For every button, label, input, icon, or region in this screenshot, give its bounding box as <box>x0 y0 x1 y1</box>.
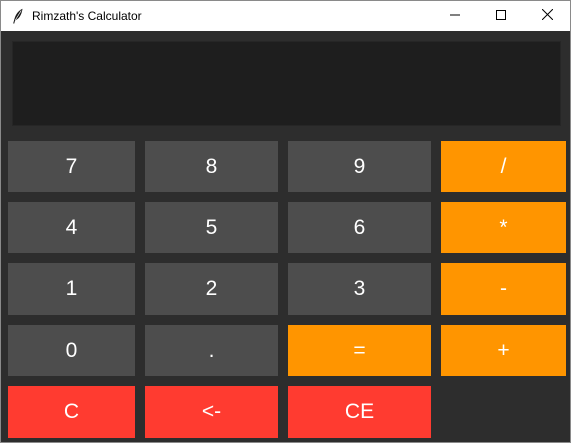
seven-button[interactable]: 7 <box>8 141 135 192</box>
zero-button[interactable]: 0 <box>8 325 135 376</box>
one-button[interactable]: 1 <box>8 263 135 315</box>
clear-button[interactable]: C <box>8 386 135 438</box>
calculator-window: Rimzath's Calculator 7 8 9 / 4 5 6 * 1 2… <box>0 0 571 443</box>
five-button[interactable]: 5 <box>145 202 278 253</box>
equals-button[interactable]: = <box>288 325 431 376</box>
nine-button[interactable]: 9 <box>288 141 431 192</box>
backspace-button[interactable]: <- <box>145 386 278 438</box>
two-button[interactable]: 2 <box>145 263 278 315</box>
minimize-icon <box>450 7 460 25</box>
calculator-display[interactable] <box>12 41 561 126</box>
window-title: Rimzath's Calculator <box>32 9 142 23</box>
eight-button[interactable]: 8 <box>145 141 278 192</box>
subtract-button[interactable]: - <box>441 263 566 315</box>
four-button[interactable]: 4 <box>8 202 135 253</box>
decimal-button[interactable]: . <box>145 325 278 376</box>
clear-entry-button[interactable]: CE <box>288 386 431 438</box>
maximize-button[interactable] <box>478 1 524 31</box>
window-controls <box>432 1 570 31</box>
add-button[interactable]: + <box>441 325 566 376</box>
six-button[interactable]: 6 <box>288 202 431 253</box>
three-button[interactable]: 3 <box>288 263 431 315</box>
close-button[interactable] <box>524 1 570 31</box>
multiply-button[interactable]: * <box>441 202 566 253</box>
divide-button[interactable]: / <box>441 141 566 192</box>
feather-icon <box>11 8 25 24</box>
minimize-button[interactable] <box>432 1 478 31</box>
maximize-icon <box>496 7 506 25</box>
close-icon <box>541 7 553 25</box>
title-bar[interactable]: Rimzath's Calculator <box>1 1 570 31</box>
